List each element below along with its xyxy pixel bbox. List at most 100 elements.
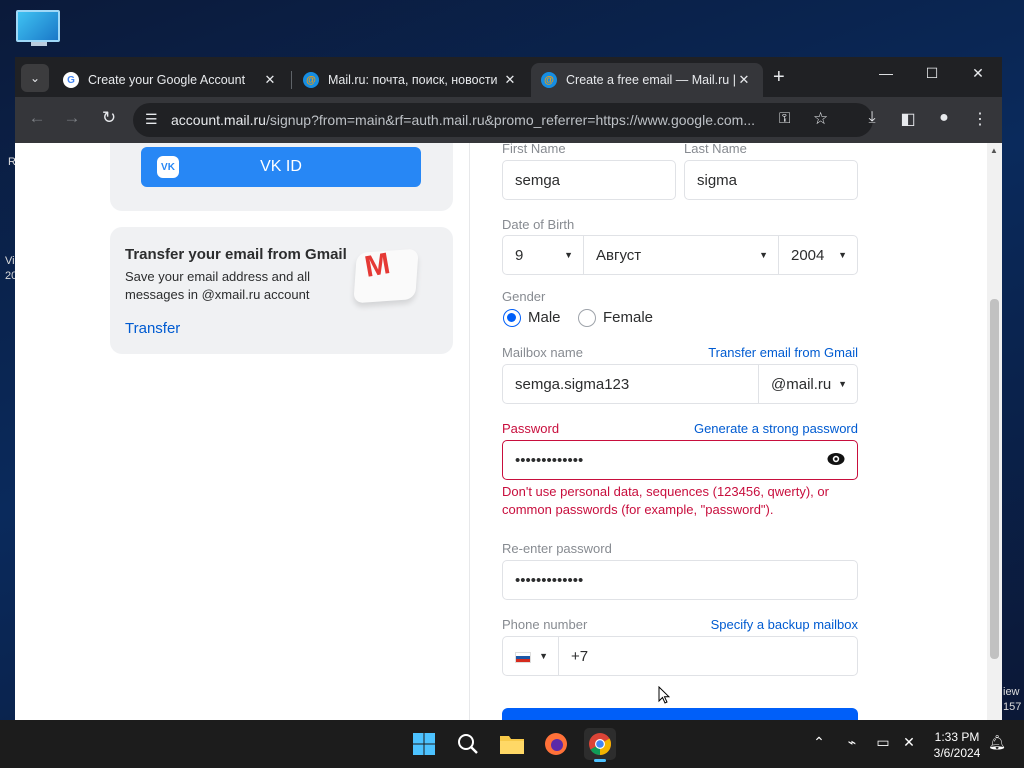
tab-separator [291,71,292,89]
back-arrow-icon[interactable]: ← [25,108,49,128]
dob-month-select[interactable]: Август ▼ [583,235,779,275]
dropdown-arrow-icon: ▼ [539,651,548,661]
windows-logo-icon [413,733,435,755]
display-icon[interactable]: ▭ [872,734,894,751]
close-window-icon[interactable]: ✕ [963,65,993,82]
gender-female-label[interactable]: Female [603,309,653,326]
firefox-button[interactable] [540,728,572,760]
address-bar[interactable]: ☰ account.mail.ru/signup?from=main&rf=au… [133,103,873,137]
bookmark-star-icon[interactable]: ☆ [813,109,828,129]
reenter-password-input[interactable]: ••••••••••••• [502,560,858,600]
maximize-icon[interactable]: ☐ [917,65,947,82]
desktop-text-fragment: iew [1003,686,1020,698]
dropdown-arrow-icon: ▼ [838,250,847,260]
close-tab-icon[interactable]: ✕ [735,72,753,88]
folder-icon [500,736,524,754]
url-text[interactable]: account.mail.ru/signup?from=main&rf=auth… [171,112,771,128]
dropdown-arrow-icon: ▼ [759,250,768,260]
mouse-cursor-icon [658,686,670,704]
active-indicator [594,759,606,762]
gender-female-radio[interactable] [578,309,596,327]
page-content: VK VK ID Transfer your email from Gmail … [15,143,1002,720]
vk-id-button[interactable]: VK VK ID [141,147,421,187]
tab-search-button[interactable]: ⌄ [21,64,49,92]
url-host: account.mail.ru [171,112,266,128]
tab-mailru-signup[interactable]: @ Create a free email — Mail.ru | E ✕ [531,63,763,97]
clock-time: 1:33 PM [934,730,980,744]
password-input[interactable]: ••••••••••••• [502,440,858,480]
network-offline-icon[interactable]: ⌁ [841,734,863,751]
phone-label: Phone number [502,617,588,632]
tab-title: Create a free email — Mail.ru | E [566,73,735,87]
volume-muted-icon[interactable]: ✕ [898,734,920,751]
dob-day-select[interactable]: 9 ▼ [502,235,584,275]
dob-label: Date of Birth [502,217,575,232]
first-name-label: First Name [502,143,566,156]
dob-month-value: Август [596,246,642,264]
menu-dots-icon[interactable]: ⋮ [968,109,992,129]
last-name-label: Last Name [684,143,747,156]
desktop-text-fragment: 157 [1003,701,1022,713]
profile-icon[interactable]: ● [932,109,956,127]
forward-arrow-icon[interactable]: → [60,108,84,128]
russia-flag-icon [515,652,531,663]
gmail-card-description: Save your email address and all messages… [125,269,310,302]
mailru-icon: @ [541,72,557,88]
tab-strip: ⌄ G Create your Google Account ✕ @ Mail.… [15,57,1002,97]
download-icon[interactable]: ⤓ [860,109,884,127]
country-code-select[interactable]: ▼ [502,636,559,676]
dropdown-arrow-icon: ▼ [838,379,847,389]
show-hidden-icons-icon[interactable]: ⌃ [808,734,830,751]
side-panel-icon[interactable]: ◧ [896,109,920,129]
search-button[interactable] [452,728,484,760]
scrollbar-thumb[interactable] [990,299,999,659]
mailbox-domain-select[interactable]: @mail.ru ▼ [758,364,858,404]
password-label: Password [502,421,560,436]
minimize-icon[interactable]: — [871,65,901,81]
eye-icon[interactable] [827,452,845,466]
close-tab-icon[interactable]: ✕ [261,72,279,88]
dob-year-select[interactable]: 2004 ▼ [778,235,858,275]
close-tab-icon[interactable]: ✕ [501,72,519,88]
page-scrollbar[interactable]: ▲ [987,143,1002,720]
system-clock[interactable]: 1:33 PM 3/6/2024 [920,729,994,761]
gender-male-label[interactable]: Male [528,309,561,326]
mailbox-label: Mailbox name [502,345,583,360]
password-value: ••••••••••••• [515,451,584,469]
last-name-field[interactable]: sigma [684,160,858,200]
chevron-down-icon: ⌄ [29,71,41,85]
first-name-field[interactable]: semga [502,160,676,200]
dropdown-arrow-icon: ▼ [564,250,573,260]
transfer-email-gmail-link[interactable]: Transfer email from Gmail [658,345,858,360]
reload-icon[interactable]: ↻ [97,108,121,128]
create-account-button[interactable] [502,708,858,720]
tab-google-account[interactable]: G Create your Google Account ✕ [53,63,289,97]
browser-window: ⌄ G Create your Google Account ✕ @ Mail.… [15,57,1002,720]
phone-input[interactable]: +7 [558,636,858,676]
phone-value: +7 [571,647,589,665]
first-name-value: semga [515,171,561,189]
backup-mailbox-link[interactable]: Specify a backup mailbox [658,617,858,632]
scroll-up-icon[interactable]: ▲ [990,146,998,155]
gender-label: Gender [502,289,546,304]
gmail-card-title: Transfer your email from Gmail [125,246,347,263]
mailbox-name-input[interactable]: semga.sigma123 [502,364,759,404]
generate-password-link[interactable]: Generate a strong password [658,421,858,436]
clock-date: 3/6/2024 [933,746,981,760]
key-icon[interactable]: ⚿ [779,110,790,127]
tab-title: Create your Google Account [88,73,246,87]
gender-male-radio[interactable] [503,309,521,327]
taskbar: ⌃ ⌁ ▭ ✕ 1:33 PM 3/6/2024 🔔︎ [0,720,1024,768]
site-settings-icon[interactable]: ☰ [145,111,158,128]
transfer-link[interactable]: Transfer [125,320,180,337]
file-explorer-button[interactable] [496,728,528,760]
chrome-button[interactable] [584,728,616,762]
new-tab-icon[interactable]: + [773,66,785,89]
tab-mailru-home[interactable]: @ Mail.ru: почта, поиск, новости ✕ [293,63,529,97]
notification-bell-icon[interactable]: 🔔︎ [986,734,1008,751]
this-pc-desktop-icon[interactable] [16,10,62,50]
dob-year-value: 2004 [791,246,825,264]
start-button[interactable] [408,728,440,760]
vk-button-label: VK ID [260,158,302,175]
mailbox-domain-value: @mail.ru [771,375,832,393]
